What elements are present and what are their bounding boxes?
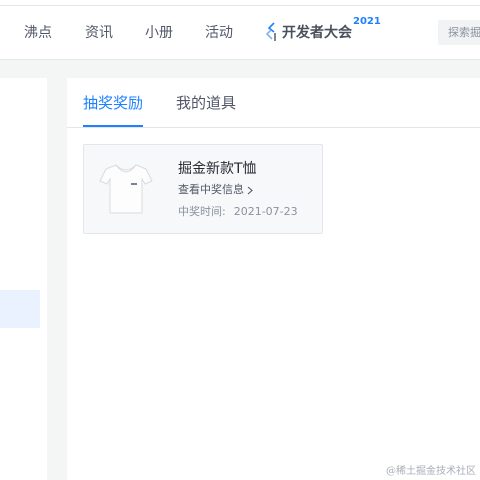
- prize-card[interactable]: 掘金新款T恤 查看中奖信息 中奖时间: 2021-07-23: [83, 144, 323, 234]
- active-tab-indicator: [83, 125, 143, 127]
- nav-item-news[interactable]: 资讯: [85, 23, 113, 43]
- rewards-panel: 抽奖奖励 我的道具 掘金新款T恤 查看中奖信息 中奖时间: 2021-07-23: [67, 78, 480, 480]
- tab-my-items[interactable]: 我的道具: [176, 93, 236, 113]
- watermark: @稀土掘金技术社区: [386, 466, 476, 477]
- prize-time: 中奖时间: 2021-07-23: [178, 204, 298, 220]
- navbar-top-strip: [0, 0, 480, 6]
- conference-year: 2021: [353, 16, 381, 27]
- search-box[interactable]: [438, 20, 480, 45]
- view-prize-info-label: 查看中奖信息: [178, 183, 244, 196]
- tab-lottery-rewards[interactable]: 抽奖奖励: [83, 93, 143, 113]
- tab-bar: 抽奖奖励 我的道具: [67, 78, 480, 128]
- sidebar-item-active[interactable]: [0, 290, 40, 328]
- prize-date: 2021-07-23: [233, 205, 298, 218]
- search-input[interactable]: [439, 21, 480, 44]
- left-sidebar: [0, 78, 47, 480]
- conference-label: 开发者大会: [282, 25, 352, 41]
- nav-item-pins[interactable]: 沸点: [24, 23, 52, 43]
- nav-item-books[interactable]: 小册: [145, 23, 173, 43]
- chevron-right-icon: [247, 186, 253, 194]
- prize-time-label: 中奖时间:: [178, 205, 226, 218]
- view-prize-info-link[interactable]: 查看中奖信息: [178, 182, 253, 198]
- nav-item-events[interactable]: 活动: [205, 23, 233, 43]
- conference-logo-icon: [265, 22, 276, 41]
- prize-name: 掘金新款T恤: [178, 161, 257, 177]
- top-navbar: 沸点 资讯 小册 活动 开发者大会 2021: [0, 0, 480, 60]
- tshirt-icon: [98, 159, 154, 219]
- nav-item-dev-conference[interactable]: 开发者大会 2021: [265, 16, 381, 46]
